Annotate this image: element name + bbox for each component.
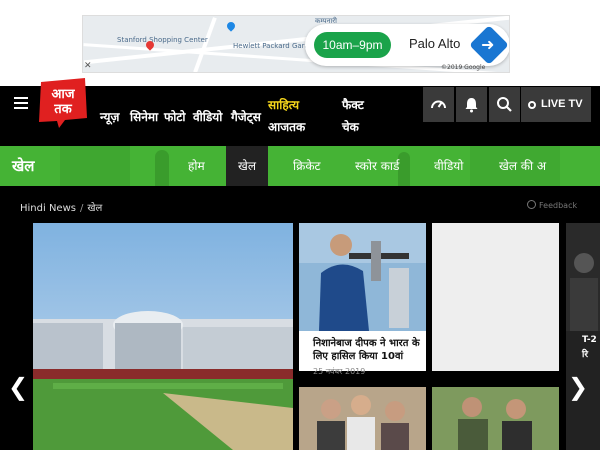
site-logo[interactable]: आज तक bbox=[35, 76, 91, 132]
notification-button[interactable] bbox=[456, 87, 487, 122]
hamburger-menu-icon[interactable] bbox=[14, 97, 28, 111]
search-icon bbox=[497, 97, 512, 112]
card-headline[interactable]: निशानेबाज दीपक ने भारत के लिए हासिल किया… bbox=[313, 337, 425, 363]
ad-banner[interactable]: Stanford Shopping Center Hewlett Packard… bbox=[0, 0, 600, 86]
partial-text-1: T-2 bbox=[582, 335, 597, 345]
partial-card-right[interactable]: T-2 रि bbox=[566, 223, 600, 450]
ad-hours-badge: 10am–9pm bbox=[314, 32, 391, 58]
speedometer-icon bbox=[431, 100, 446, 109]
live-tv-label: LIVE TV bbox=[541, 98, 583, 110]
card-image-couple[interactable] bbox=[432, 387, 559, 450]
map-copyright: ©2019 Google bbox=[441, 64, 486, 71]
nav-gadgets[interactable]: गैजेट्स bbox=[231, 108, 261, 125]
section-title: खेल bbox=[12, 157, 35, 175]
bell-icon bbox=[465, 98, 478, 113]
breadcrumb-home[interactable]: Hindi News bbox=[20, 203, 76, 214]
main-content: Hindi News / खेल Feedback निशानेबाज दीपक… bbox=[0, 186, 600, 450]
nav-photo[interactable]: फोटो bbox=[164, 108, 186, 125]
breadcrumb: Hindi News / खेल bbox=[20, 200, 102, 214]
tab-sports[interactable]: खेल bbox=[226, 146, 268, 186]
nav-factcheck-line2[interactable]: चेक bbox=[342, 118, 359, 135]
nav-factcheck-line1[interactable]: फैक्ट bbox=[342, 96, 364, 113]
feedback-icon bbox=[527, 200, 536, 209]
partial-text-2: रि bbox=[582, 350, 589, 360]
card-image-family[interactable] bbox=[299, 387, 426, 450]
nav-cinema[interactable]: सिनेमा bbox=[130, 108, 158, 125]
breadcrumb-separator: / bbox=[79, 203, 84, 214]
tab-scorecard[interactable]: स्कोर कार्ड bbox=[355, 146, 399, 186]
ad-store-card[interactable]: 10am–9pm Palo Alto ➜ bbox=[305, 24, 509, 66]
section-nav-band: खेल होम खेल क्रिकेट स्कोर कार्ड वीडियो ख… bbox=[0, 146, 600, 186]
ad-map-image[interactable]: Stanford Shopping Center Hewlett Packard… bbox=[82, 15, 510, 73]
nav-video[interactable]: वीडियो bbox=[193, 108, 222, 125]
feedback-link[interactable]: Feedback bbox=[527, 200, 577, 210]
blank-card[interactable] bbox=[432, 223, 559, 371]
ad-close-icon[interactable]: ✕ bbox=[84, 61, 92, 71]
directions-arrow-icon: ➜ bbox=[481, 35, 495, 54]
nav-sahitya-line2[interactable]: आजतक bbox=[268, 118, 305, 135]
breadcrumb-current: खेल bbox=[87, 203, 103, 214]
tab-more[interactable]: खेल की अ bbox=[499, 146, 546, 186]
card-date: 25 नवंबर 2019 bbox=[313, 367, 366, 376]
card-text-shooter[interactable]: निशानेबाज दीपक ने भारत के लिए हासिल किया… bbox=[299, 331, 426, 371]
tab-home[interactable]: होम bbox=[188, 146, 205, 186]
carousel-next-icon[interactable]: ❯ bbox=[568, 375, 588, 399]
nav-news[interactable]: न्यूज़ bbox=[100, 108, 119, 125]
hero-image[interactable] bbox=[33, 223, 293, 450]
tab-cricket[interactable]: क्रिकेट bbox=[293, 146, 321, 186]
carousel-prev-icon[interactable]: ❮ bbox=[8, 375, 28, 399]
page-root: Stanford Shopping Center Hewlett Packard… bbox=[0, 0, 600, 450]
tab-videos[interactable]: वीडियो bbox=[434, 146, 463, 186]
search-button[interactable] bbox=[489, 87, 520, 122]
map-pin-blue-icon bbox=[225, 20, 237, 32]
feedback-label: Feedback bbox=[539, 201, 578, 210]
logo-line1: आज bbox=[52, 87, 76, 102]
card-image-shooter[interactable] bbox=[299, 223, 426, 331]
map-label-stanford: Stanford Shopping Center bbox=[117, 36, 208, 44]
nav-sahitya-line1[interactable]: साहित्य bbox=[268, 96, 299, 113]
live-tv-button[interactable]: LIVE TV bbox=[521, 87, 591, 122]
speedometer-button[interactable] bbox=[423, 87, 454, 122]
site-header: आज तक न्यूज़ सिनेमा फोटो वीडियो गैजेट्स … bbox=[0, 78, 600, 146]
ad-place-name: Palo Alto bbox=[409, 36, 461, 51]
live-dot-icon bbox=[528, 101, 536, 109]
logo-line2: तक bbox=[53, 102, 72, 117]
